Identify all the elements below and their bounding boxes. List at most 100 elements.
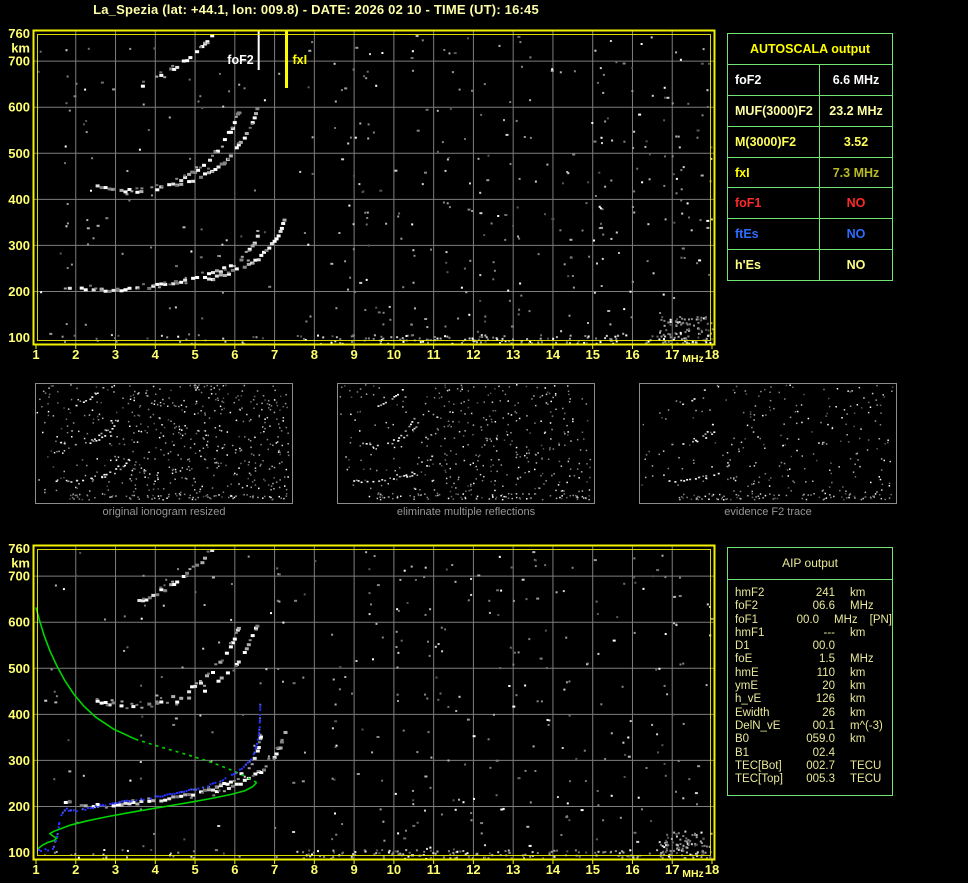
svg-text:16: 16 xyxy=(625,862,639,877)
svg-text:300: 300 xyxy=(8,238,30,253)
svg-text:10: 10 xyxy=(387,862,401,877)
aip-row-b0: B0 059.0 km xyxy=(735,733,892,746)
aip-unit: km xyxy=(850,666,866,679)
svg-text:12: 12 xyxy=(466,347,480,362)
svg-text:13: 13 xyxy=(506,347,520,362)
svg-text:700: 700 xyxy=(8,569,30,584)
autoscala-row-ftes: ftEs NO xyxy=(728,219,892,251)
parameter-value: 6.6 MHz xyxy=(832,72,880,87)
svg-text:MHz: MHz xyxy=(682,353,704,365)
svg-text:13: 13 xyxy=(506,862,520,877)
aip-unit: km xyxy=(850,693,866,706)
autoscala-row-fof2: foF2 6.6 MHz xyxy=(728,65,892,96)
parameter-value: NO xyxy=(846,258,866,273)
svg-text:16: 16 xyxy=(625,347,639,362)
aip-label: ymE xyxy=(735,680,758,693)
aip-output-table: AIP output hmF2 241 km foF2 06.6 MHz foF1 00.0 M… xyxy=(727,547,893,796)
svg-text:9: 9 xyxy=(351,347,358,362)
autoscala-row-fof1: foF1 NO xyxy=(728,188,892,220)
autoscala-row-hes: h'Es NO xyxy=(728,250,892,281)
aip-row-ewidth: Ewidth 26 km xyxy=(735,707,892,720)
parameter-name: foF2 xyxy=(728,65,820,95)
svg-text:700: 700 xyxy=(8,54,30,69)
svg-text:100: 100 xyxy=(8,845,30,860)
aip-note xyxy=(890,693,892,706)
aip-value: --- xyxy=(823,626,836,639)
svg-text:1: 1 xyxy=(32,862,39,877)
svg-text:600: 600 xyxy=(8,100,30,115)
aip-unit xyxy=(835,747,890,760)
aip-row-fof1: foF1 00.0 MHz [PN] xyxy=(735,614,892,627)
aip-row-yme: ymE 20 km xyxy=(735,680,892,693)
autoscala-output-table: AUTOSCALA output foF2 6.6 MHz MUF(3000)F2 2… xyxy=(727,33,893,281)
svg-text:2: 2 xyxy=(72,347,79,362)
svg-text:400: 400 xyxy=(8,707,30,722)
aip-label: DelN_vE xyxy=(735,719,781,732)
thumbnail-eliminate-reflections-image xyxy=(339,384,592,501)
aip-note xyxy=(890,680,892,693)
aip-unit: MHz xyxy=(850,653,874,666)
aip-unit: km xyxy=(850,733,866,746)
aip-note xyxy=(890,640,892,653)
aip-note xyxy=(890,760,892,773)
autoscala-table-rows: foF2 6.6 MHz MUF(3000)F2 23.2 MHz M(3000)F2 3… xyxy=(728,65,892,281)
aip-value: 06.6 xyxy=(812,600,835,613)
aip-value: 00.0 xyxy=(796,613,820,626)
svg-text:500: 500 xyxy=(8,146,30,161)
aip-value: 20 xyxy=(822,680,835,693)
aip-row-d1: D1 00.0 xyxy=(735,640,892,653)
aip-value: 005.3 xyxy=(806,773,835,786)
aip-note xyxy=(890,720,892,733)
parameter-name: M(3000)F2 xyxy=(728,126,820,157)
svg-text:km: km xyxy=(11,556,30,571)
autoscala-table-title: AUTOSCALA output xyxy=(728,34,892,65)
svg-text:15: 15 xyxy=(585,862,599,877)
aip-unit: MHz xyxy=(834,613,858,626)
thumbnail-evidence-f2-trace xyxy=(639,383,897,504)
parameter-name: h'Es xyxy=(728,250,820,281)
aip-value: 1.5 xyxy=(819,653,835,666)
aip-note xyxy=(890,653,892,666)
svg-text:MHz: MHz xyxy=(682,868,704,880)
aip-unit: km xyxy=(850,680,866,693)
thumbnail-evidence-f2-trace-image xyxy=(641,384,894,501)
svg-text:17: 17 xyxy=(665,347,679,362)
svg-text:14: 14 xyxy=(546,347,561,362)
fxi-marker-label: fxI xyxy=(293,53,308,67)
parameter-value: NO xyxy=(846,196,866,211)
svg-text:100: 100 xyxy=(8,330,30,345)
svg-text:3: 3 xyxy=(112,347,119,362)
aip-label: TEC[Bot] xyxy=(735,759,782,772)
svg-text:14: 14 xyxy=(546,862,561,877)
aip-note: [PN] xyxy=(869,613,892,626)
parameter-name: MUF(3000)F2 xyxy=(728,95,820,126)
svg-text:15: 15 xyxy=(585,347,599,362)
svg-text:760: 760 xyxy=(8,541,30,556)
svg-text:2: 2 xyxy=(72,862,79,877)
aip-label: B1 xyxy=(735,746,750,759)
svg-text:11: 11 xyxy=(427,862,441,877)
svg-text:17: 17 xyxy=(665,862,679,877)
svg-text:760: 760 xyxy=(8,26,30,41)
aip-row-tecbot: TEC[Bot] 002.7 TECU xyxy=(735,760,892,773)
aip-unit: m^(-3) xyxy=(850,719,883,732)
aip-unit: km xyxy=(850,706,866,719)
aip-row-delnve: DelN_vE 00.1 m^(-3) xyxy=(735,720,892,733)
aip-table-rows: hmF2 241 km foF2 06.6 MHz foF1 00.0 MHz [PN] hmF1-… xyxy=(728,580,892,786)
aip-label: foF2 xyxy=(735,600,759,613)
svg-text:10: 10 xyxy=(387,347,401,362)
thumbnail-eliminate-reflections xyxy=(337,383,595,504)
aip-label: h_vE xyxy=(735,693,762,706)
aip-unit: km xyxy=(850,587,866,599)
svg-text:8: 8 xyxy=(311,862,318,877)
aip-row-hme: hmE 110 km xyxy=(735,667,892,680)
aip-row-hmf2: hmF2 241 km xyxy=(735,587,892,600)
svg-text:12: 12 xyxy=(466,862,480,877)
aip-note xyxy=(890,667,892,680)
svg-text:km: km xyxy=(11,41,30,56)
aip-label: hmF2 xyxy=(735,587,765,599)
aip-label: Ewidth xyxy=(735,706,770,719)
aip-row-foe: foE 1.5 MHz xyxy=(735,653,892,666)
autoscala-row-muf3000f2: MUF(3000)F2 23.2 MHz xyxy=(728,95,892,127)
aip-unit xyxy=(835,640,890,653)
